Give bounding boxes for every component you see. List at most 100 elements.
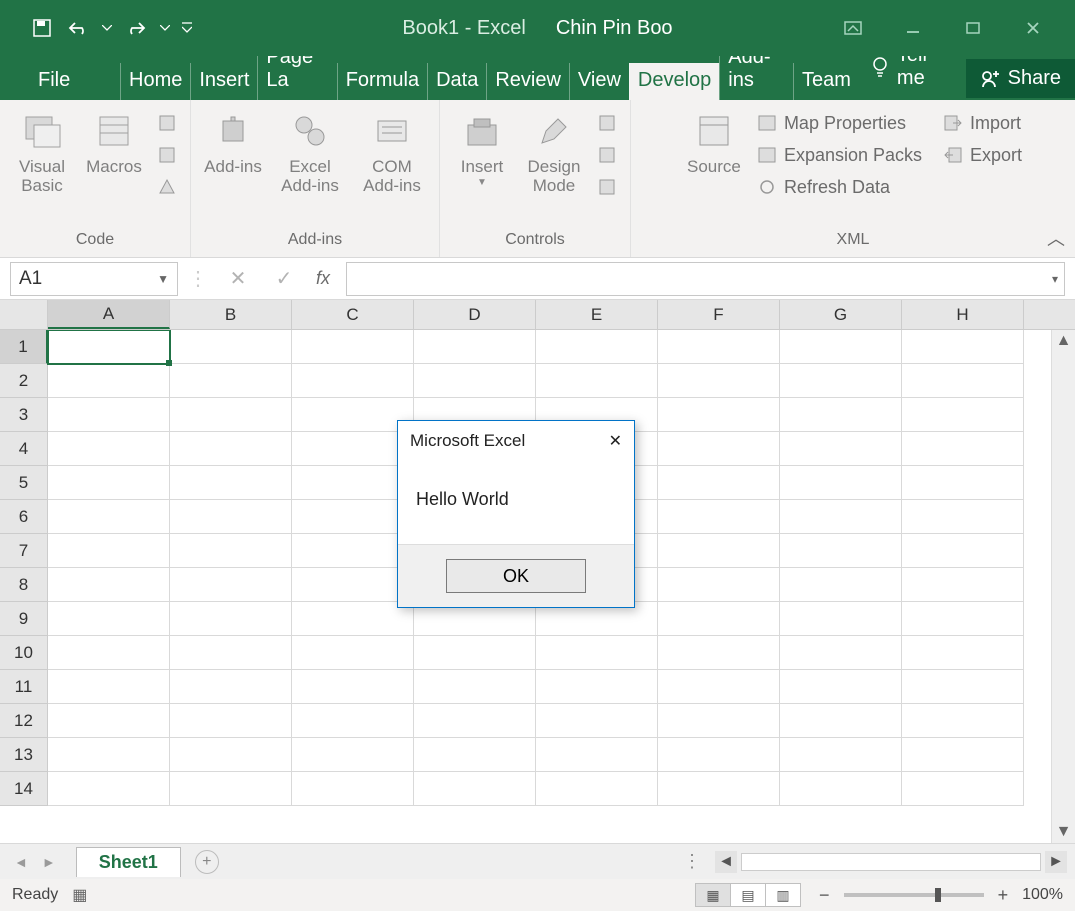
col-header-H[interactable]: H (902, 300, 1024, 329)
cell[interactable] (292, 568, 414, 602)
cell[interactable] (658, 364, 780, 398)
source-button[interactable]: Source (680, 106, 748, 181)
col-header-A[interactable]: A (48, 300, 170, 329)
zoom-thumb[interactable] (935, 888, 941, 902)
new-sheet-button[interactable]: + (195, 850, 219, 874)
cell[interactable] (780, 432, 902, 466)
cell[interactable] (48, 636, 170, 670)
cell[interactable] (902, 636, 1024, 670)
cell[interactable] (170, 602, 292, 636)
cell[interactable] (48, 500, 170, 534)
redo-icon[interactable] (122, 14, 150, 42)
expansion-packs-button[interactable]: Expansion Packs (752, 142, 926, 168)
cell[interactable] (48, 398, 170, 432)
col-header-D[interactable]: D (414, 300, 536, 329)
tab-team[interactable]: Team (793, 63, 859, 100)
cell[interactable] (292, 534, 414, 568)
cancel-formula-icon[interactable]: ✕ (224, 266, 252, 291)
cell[interactable] (292, 704, 414, 738)
row-header-3[interactable]: 3 (0, 398, 48, 432)
row-header-7[interactable]: 7 (0, 534, 48, 568)
normal-view-icon[interactable]: ▦ (695, 883, 731, 907)
share-button[interactable]: Share (966, 59, 1075, 98)
sheet-next-icon[interactable]: ► (42, 854, 56, 870)
cell[interactable] (48, 432, 170, 466)
cell[interactable] (658, 432, 780, 466)
cell[interactable] (780, 568, 902, 602)
cell[interactable] (292, 330, 414, 364)
refresh-data-button[interactable]: Refresh Data (752, 174, 926, 200)
dialog-titlebar[interactable]: Microsoft Excel ✕ (398, 421, 634, 461)
minimize-icon[interactable] (901, 16, 925, 40)
cell[interactable] (658, 772, 780, 806)
cell[interactable] (414, 670, 536, 704)
cell[interactable] (780, 602, 902, 636)
cell[interactable] (170, 500, 292, 534)
save-icon[interactable] (28, 14, 56, 42)
col-header-C[interactable]: C (292, 300, 414, 329)
import-button[interactable]: Import (938, 110, 1026, 136)
cell[interactable] (48, 466, 170, 500)
excel-addins-button[interactable]: Excel Add-ins (271, 106, 349, 199)
run-dialog-button[interactable] (592, 174, 622, 200)
undo-icon[interactable] (64, 14, 92, 42)
sheet-prev-icon[interactable]: ◄ (14, 854, 28, 870)
record-macro-button[interactable] (152, 110, 182, 136)
cell[interactable] (658, 738, 780, 772)
tab-review[interactable]: Review (486, 63, 569, 100)
row-header-11[interactable]: 11 (0, 670, 48, 704)
row-header-2[interactable]: 2 (0, 364, 48, 398)
row-header-4[interactable]: 4 (0, 432, 48, 466)
properties-button[interactable] (592, 110, 622, 136)
ribbon-display-icon[interactable] (841, 16, 865, 40)
cell[interactable] (902, 772, 1024, 806)
formula-input[interactable]: ▾ (346, 262, 1065, 296)
cell[interactable] (780, 670, 902, 704)
cell[interactable] (48, 602, 170, 636)
hscroll-track[interactable] (741, 853, 1041, 871)
cell[interactable] (780, 772, 902, 806)
cell[interactable] (902, 602, 1024, 636)
cell[interactable] (170, 704, 292, 738)
cell[interactable] (170, 466, 292, 500)
row-header-9[interactable]: 9 (0, 602, 48, 636)
map-properties-button[interactable]: Map Properties (752, 110, 926, 136)
cell[interactable] (902, 500, 1024, 534)
cell[interactable] (292, 432, 414, 466)
cell[interactable] (414, 738, 536, 772)
cell[interactable] (658, 602, 780, 636)
row-header-14[interactable]: 14 (0, 772, 48, 806)
select-all-corner[interactable] (0, 300, 48, 329)
col-header-F[interactable]: F (658, 300, 780, 329)
cell[interactable] (536, 738, 658, 772)
scroll-up-icon[interactable]: ▲ (1052, 330, 1075, 352)
cell[interactable] (170, 432, 292, 466)
cell[interactable] (658, 534, 780, 568)
cell[interactable] (48, 670, 170, 704)
cell[interactable] (902, 670, 1024, 704)
name-box-dropdown-icon[interactable]: ▼ (157, 272, 169, 286)
dialog-ok-button[interactable]: OK (446, 559, 586, 593)
cell[interactable] (414, 704, 536, 738)
cell[interactable] (48, 704, 170, 738)
hscroll-right-icon[interactable]: ► (1045, 851, 1067, 873)
cell[interactable] (292, 602, 414, 636)
col-header-G[interactable]: G (780, 300, 902, 329)
cell[interactable] (902, 704, 1024, 738)
cell[interactable] (658, 330, 780, 364)
zoom-out-button[interactable]: − (815, 885, 834, 906)
row-header-5[interactable]: 5 (0, 466, 48, 500)
cell[interactable] (292, 364, 414, 398)
cell[interactable] (536, 330, 658, 364)
cell[interactable] (170, 330, 292, 364)
row-header-1[interactable]: 1 (0, 330, 48, 364)
cell[interactable] (780, 636, 902, 670)
cell[interactable] (170, 670, 292, 704)
cell[interactable] (658, 398, 780, 432)
col-header-B[interactable]: B (170, 300, 292, 329)
cell[interactable] (292, 738, 414, 772)
cell[interactable] (536, 670, 658, 704)
sheet-tab-1[interactable]: Sheet1 (76, 847, 181, 877)
enter-formula-icon[interactable]: ✓ (270, 266, 298, 291)
tab-developer[interactable]: Develop (629, 63, 719, 100)
